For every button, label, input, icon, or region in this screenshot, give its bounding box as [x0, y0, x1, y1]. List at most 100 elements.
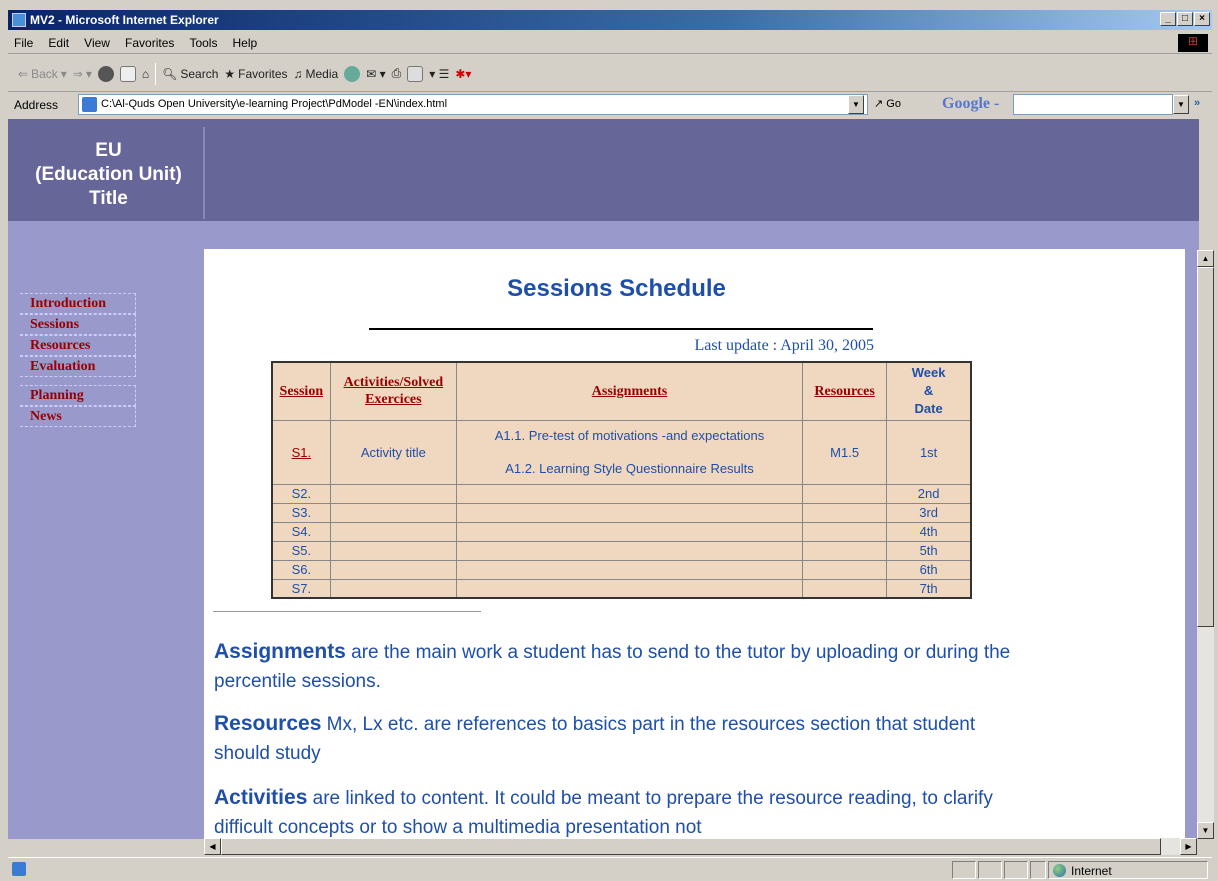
close-button[interactable]: ×	[1194, 12, 1210, 26]
scroll-up-button[interactable]: ▲	[1197, 250, 1214, 267]
week-cell: 5th	[886, 540, 972, 561]
activity-cell: Activity title	[329, 419, 458, 485]
week-cell: 4th	[886, 521, 972, 542]
header-activities[interactable]: Activities/Solved Exercices	[329, 361, 458, 421]
nav-resources[interactable]: Resources	[20, 335, 136, 356]
vertical-scrollbar[interactable]: ▲ ▼	[1197, 250, 1214, 839]
scroll-left-button[interactable]: ◀	[204, 838, 221, 855]
last-update: Last update : April 30, 2005	[694, 337, 874, 354]
media-button[interactable]: ♫ Media	[294, 67, 339, 81]
toolbar-more-button[interactable]: »	[1194, 97, 1200, 109]
horizontal-scroll-thumb[interactable]	[221, 838, 1161, 855]
google-toolbar-button[interactable]: Google -	[942, 95, 999, 113]
page-title: Sessions Schedule	[507, 275, 726, 302]
empty-cell	[456, 540, 803, 561]
header-week-date: Week & Date	[886, 361, 972, 421]
empty-cell	[801, 502, 888, 523]
nav-introduction[interactable]: Introduction	[20, 293, 136, 314]
address-dropdown-button[interactable]: ▼	[848, 95, 864, 114]
menu-edit[interactable]: Edit	[42, 32, 75, 50]
go-arrow-icon: ↗	[874, 98, 884, 110]
resources-paragraph: Resources Mx, Lx etc. are references to …	[214, 709, 1014, 768]
status-pane	[952, 861, 976, 879]
scroll-right-button[interactable]: ▶	[1180, 838, 1197, 855]
media-icon: ♫	[293, 66, 303, 81]
forward-arrow-icon: ⇒	[72, 66, 83, 81]
resources-term: Resources	[214, 712, 322, 735]
address-label: Address	[14, 98, 59, 112]
scroll-down-button[interactable]: ▼	[1197, 822, 1214, 839]
toolbar-separator	[155, 62, 157, 85]
header-resources[interactable]: Resources	[801, 361, 888, 421]
nav-sessions[interactable]: Sessions	[20, 314, 136, 335]
nav-news[interactable]: News	[20, 406, 136, 427]
table-row: S6. 6th	[271, 559, 972, 580]
maximize-button[interactable]: □	[1177, 12, 1193, 26]
globe-icon	[1053, 864, 1066, 877]
eu-title-line2: (Education Unit)	[35, 164, 182, 185]
history-icon[interactable]	[344, 65, 361, 82]
nav-evaluation[interactable]: Evaluation	[20, 356, 136, 377]
resources-cell: M1.5	[801, 419, 888, 485]
nav-planning[interactable]: Planning	[20, 385, 136, 406]
menu-file[interactable]: File	[8, 32, 39, 50]
sessions-table: Session Activities/Solved Exercices Assi…	[271, 361, 972, 599]
menu-view[interactable]: View	[78, 32, 116, 50]
week-cell: 1st	[886, 419, 972, 485]
status-pane	[1030, 861, 1046, 879]
horizontal-scrollbar[interactable]: ◀ ▶	[204, 838, 1197, 855]
minimize-button[interactable]: _	[1160, 12, 1176, 26]
assignments-paragraph: Assignments are the main work a student …	[214, 637, 1014, 696]
assignment-a1-2: A1.2. Learning Style Questionnaire Resul…	[505, 461, 754, 476]
mail-icon[interactable]: ✉ ▾	[366, 67, 385, 81]
messenger-icon[interactable]: ✱▾	[455, 67, 471, 81]
vertical-scroll-thumb[interactable]	[1197, 267, 1214, 627]
forward-button[interactable]: ⇒ ▾	[73, 67, 92, 81]
stop-icon[interactable]	[97, 65, 114, 82]
go-button[interactable]: ↗ Go	[874, 97, 901, 110]
week-cell: 6th	[886, 559, 972, 580]
table-header-row: Session Activities/Solved Exercices Assi…	[271, 361, 972, 421]
empty-cell	[456, 578, 803, 599]
week-cell: 7th	[886, 578, 972, 599]
edit-icon[interactable]	[407, 65, 424, 82]
session-cell: S7.	[271, 578, 331, 599]
ie-app-icon	[12, 13, 26, 27]
address-input[interactable]: C:\Al-Quds Open University\e-learning Pr…	[78, 94, 868, 115]
table-row: S3. 3rd	[271, 502, 972, 523]
window-title: MV2 - Microsoft Internet Explorer	[30, 13, 219, 27]
menu-tools[interactable]: Tools	[183, 32, 223, 50]
week-cell: 3rd	[886, 502, 972, 523]
google-search-input[interactable]	[1013, 94, 1173, 115]
discuss-icon[interactable]: ▾ ☰	[429, 67, 449, 81]
favorites-button[interactable]: ★ Favorites	[224, 67, 287, 81]
session-cell: S2.	[271, 483, 331, 504]
table-row: S7. 7th	[271, 578, 972, 599]
empty-cell	[801, 559, 888, 580]
empty-cell	[456, 502, 803, 523]
eu-title: EU (Education Unit) Title	[14, 127, 205, 219]
empty-cell	[329, 502, 458, 523]
back-arrow-icon: ⇐	[18, 66, 29, 81]
session-s1-link[interactable]: S1.	[271, 419, 331, 485]
menu-bar: File Edit View Favorites Tools Help ⊞	[8, 32, 1212, 54]
table-row: S1. Activity title A1.1. Pre-test of mot…	[271, 419, 972, 485]
home-icon[interactable]: ⌂	[142, 67, 149, 81]
header-assignments[interactable]: Assignments	[456, 361, 803, 421]
google-dropdown-button[interactable]: ▼	[1173, 95, 1189, 114]
empty-cell	[456, 483, 803, 504]
table-row: S2. 2nd	[271, 483, 972, 504]
header-session[interactable]: Session	[271, 361, 331, 421]
menu-favorites[interactable]: Favorites	[119, 32, 180, 50]
print-icon[interactable]: ⎙	[392, 66, 402, 81]
menu-help[interactable]: Help	[227, 32, 264, 50]
back-button[interactable]: ⇐ Back ▾	[18, 67, 67, 81]
refresh-icon[interactable]	[119, 65, 136, 82]
search-icon: 🔍︎	[162, 66, 178, 81]
empty-cell	[801, 483, 888, 504]
table-row: S4. 4th	[271, 521, 972, 542]
search-button[interactable]: 🔍︎ Search	[162, 67, 218, 81]
session-cell: S3.	[271, 502, 331, 523]
side-nav: Introduction Sessions Resources Evaluati…	[20, 293, 136, 427]
page-icon	[82, 97, 97, 112]
